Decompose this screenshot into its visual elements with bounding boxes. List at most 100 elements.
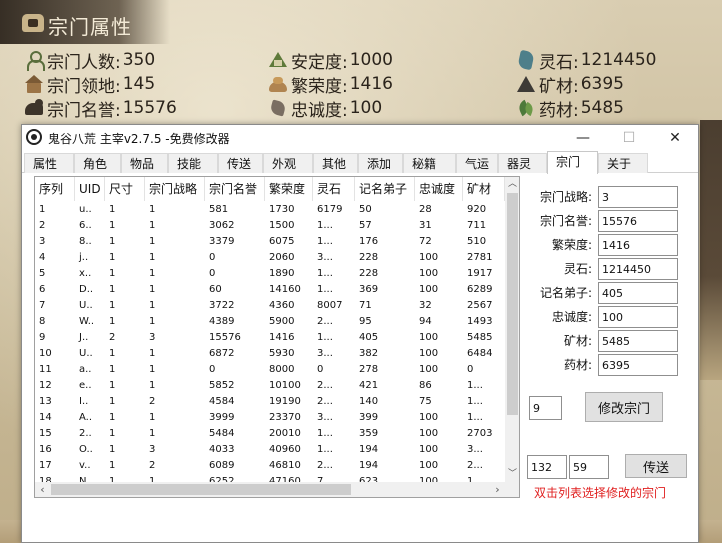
table-cell: 8000: [269, 364, 295, 375]
modify-sect-button[interactable]: 修改宗门: [585, 392, 663, 422]
tab-5[interactable]: 外观: [263, 153, 313, 173]
column-header[interactable]: 尺寸: [105, 177, 145, 201]
table-cell: 31: [419, 220, 432, 231]
tab-10[interactable]: 器灵: [498, 153, 547, 173]
table-row[interactable]: 16 O.. 1 3 4033 40960 1... 194 100 3...: [35, 442, 505, 458]
minimize-button[interactable]: —: [560, 125, 606, 151]
tab-4[interactable]: 传送: [218, 153, 263, 173]
table-row[interactable]: 13 I.. 1 2 4584 19190 2... 140 75 1...: [35, 394, 505, 410]
table-body: 1 u.. 1 1 581 1730 6179 50 28 920 2 6.. 1 1 3062 1500 1.…: [35, 202, 505, 487]
table-cell: 1...: [467, 412, 483, 423]
table-cell: 1: [149, 284, 156, 295]
table-cell: 8007: [317, 300, 343, 311]
tab-7[interactable]: 添加: [358, 153, 403, 173]
table-cell: 6289: [467, 284, 493, 295]
teleport-button[interactable]: 传送: [625, 454, 687, 478]
column-header[interactable]: 宗门名誉: [205, 177, 265, 201]
column-header[interactable]: 忠诚度: [415, 177, 463, 201]
coord-x-input[interactable]: [527, 455, 567, 479]
table-cell: 1: [109, 444, 116, 455]
vertical-scroll-thumb[interactable]: [507, 193, 518, 415]
table-row[interactable]: 5 x.. 1 1 0 1890 1... 228 100 1917: [35, 266, 505, 282]
game-title-bar: 宗门属性: [0, 0, 170, 44]
scroll-up-icon[interactable]: ︿: [505, 177, 519, 192]
game-panel-title: 宗门属性: [48, 15, 132, 39]
table-cell: 920: [467, 204, 487, 215]
form-field-input[interactable]: [598, 210, 678, 232]
table-cell: 5: [39, 268, 46, 279]
column-header[interactable]: 繁荣度: [265, 177, 313, 201]
column-header[interactable]: 序列: [35, 177, 75, 201]
tab-12[interactable]: 关于: [598, 153, 648, 173]
sect-list[interactable]: 序列 UID 尺寸 宗门战略 宗门名誉 繁荣度 灵石 记名弟子 忠诚度 矿材 1 u.. 1 1 581 1…: [34, 176, 520, 498]
form-field-input[interactable]: [598, 258, 678, 280]
column-header[interactable]: 矿材: [463, 177, 505, 201]
table-cell: 1...: [317, 236, 333, 247]
form-field-input[interactable]: [598, 186, 678, 208]
close-button[interactable]: ✕: [652, 125, 698, 151]
table-row[interactable]: 4 j.. 1 1 0 2060 3... 228 100 2781: [35, 250, 505, 266]
tab-8[interactable]: 秘籍: [403, 153, 456, 173]
column-header[interactable]: 灵石: [313, 177, 355, 201]
table-row[interactable]: 2 6.. 1 1 3062 1500 1... 57 31 711: [35, 218, 505, 234]
loyalty-icon: [268, 98, 288, 118]
table-row[interactable]: 6 D.. 1 1 60 14160 1... 369 100 6289: [35, 282, 505, 298]
sect-index-input[interactable]: [529, 396, 562, 420]
table-cell: 1: [149, 300, 156, 311]
table-row[interactable]: 17 v.. 1 2 6089 46810 2... 194 100 2...: [35, 458, 505, 474]
tab-9[interactable]: 气运: [456, 153, 498, 173]
form-field-input[interactable]: [598, 354, 678, 376]
scroll-left-icon[interactable]: ‹: [35, 482, 50, 497]
table-row[interactable]: 14 A.. 1 1 3999 23370 3... 399 100 1...: [35, 410, 505, 426]
table-cell: 1: [149, 348, 156, 359]
tab-6[interactable]: 其他: [313, 153, 358, 173]
coord-y-input[interactable]: [569, 455, 609, 479]
table-cell: u..: [79, 204, 92, 215]
maximize-button[interactable]: ☐: [606, 125, 652, 151]
sect-stat-label: 忠诚度:: [291, 100, 348, 121]
table-row[interactable]: 1 u.. 1 1 581 1730 6179 50 28 920: [35, 202, 505, 218]
column-header[interactable]: UID: [75, 177, 105, 201]
table-row[interactable]: 15 2.. 1 1 5484 20010 1... 359 100 2703: [35, 426, 505, 442]
table-row[interactable]: 7 U.. 1 1 3722 4360 8007 71 32 2567: [35, 298, 505, 314]
form-field-label: 灵石:: [563, 262, 592, 276]
table-row[interactable]: 11 a.. 1 1 0 8000 0 278 100 0: [35, 362, 505, 378]
table-cell: a..: [79, 364, 92, 375]
form-field-input[interactable]: [598, 234, 678, 256]
table-cell: 4584: [209, 396, 235, 407]
table-row[interactable]: 8 W.. 1 1 4389 5900 2... 95 94 1493: [35, 314, 505, 330]
tab-1[interactable]: 角色: [74, 153, 121, 173]
table-cell: D..: [79, 284, 94, 295]
table-cell: 20010: [269, 428, 301, 439]
table-row[interactable]: 9 J.. 2 3 15576 1416 1... 405 100 5485: [35, 330, 505, 346]
form-field-input[interactable]: [598, 306, 678, 328]
sect-stat-value: 1416: [349, 74, 393, 94]
column-header[interactable]: 记名弟子: [355, 177, 415, 201]
table-cell: J..: [79, 332, 89, 343]
table-row[interactable]: 12 e.. 1 1 5852 10100 2... 421 86 1...: [35, 378, 505, 394]
horizontal-scroll-thumb[interactable]: [51, 484, 351, 495]
scroll-right-icon[interactable]: ›: [490, 482, 505, 497]
table-cell: 1: [109, 236, 116, 247]
table-cell: 1917: [467, 268, 493, 279]
tab-2[interactable]: 物品: [121, 153, 168, 173]
title-bar[interactable]: 鬼谷八荒 主宰v2.7.5 -免费修改器 — ☐ ✕: [22, 125, 698, 151]
scroll-down-icon[interactable]: ﹀: [505, 467, 519, 482]
table-cell: 1: [109, 268, 116, 279]
form-field-input[interactable]: [598, 330, 678, 352]
tab-3[interactable]: 技能: [168, 153, 218, 173]
table-cell: 1416: [269, 332, 295, 343]
vertical-scrollbar[interactable]: ︿ ﹀: [505, 177, 519, 482]
table-cell: 2: [149, 396, 156, 407]
table-cell: 2567: [467, 300, 493, 311]
horizontal-scrollbar[interactable]: ‹ ›: [35, 482, 505, 497]
table-cell: 12: [39, 380, 52, 391]
table-cell: 1: [149, 204, 156, 215]
table-row[interactable]: 10 U.. 1 1 6872 5930 3... 382 100 6484: [35, 346, 505, 362]
table-row[interactable]: 3 8.. 1 1 3379 6075 1... 176 72 510: [35, 234, 505, 250]
form-field-input[interactable]: [598, 282, 678, 304]
stability-icon: [268, 50, 288, 70]
tab-0[interactable]: 属性: [24, 153, 74, 173]
column-header[interactable]: 宗门战略: [145, 177, 205, 201]
tab-11[interactable]: 宗门: [547, 151, 598, 174]
